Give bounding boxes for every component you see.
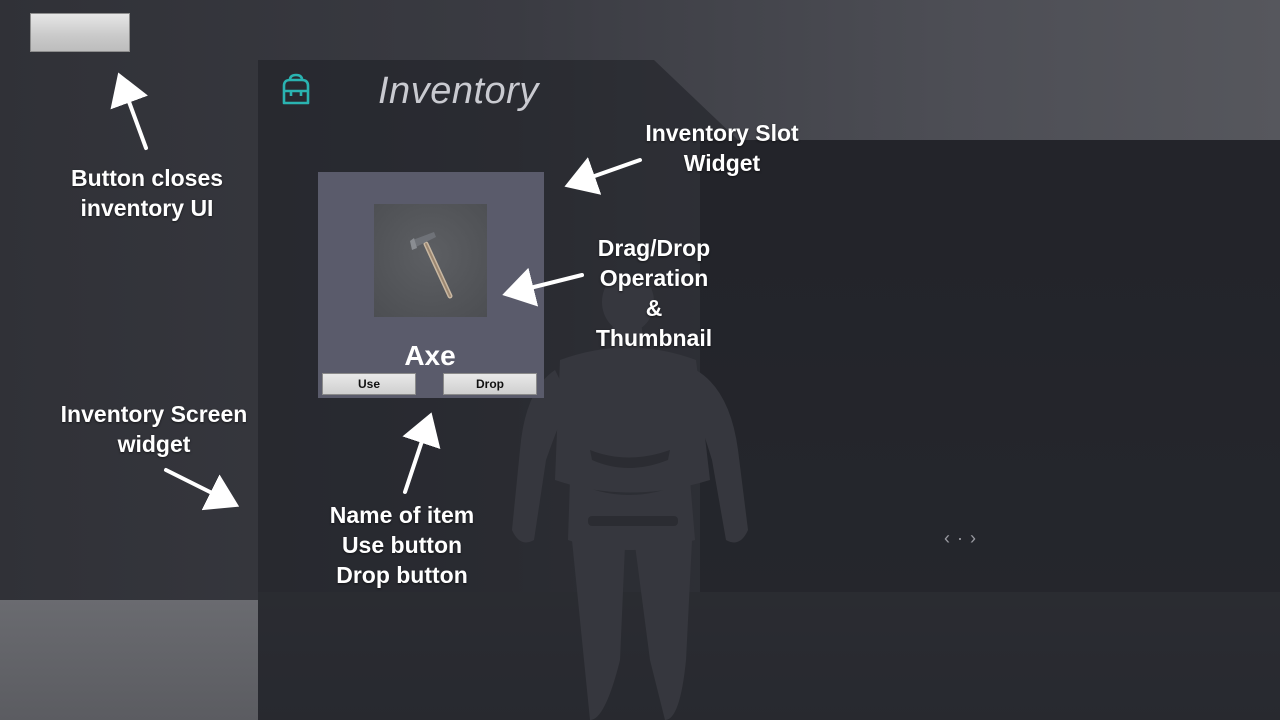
item-thumbnail[interactable] <box>374 204 487 317</box>
annotation-line: Drop button <box>336 562 468 588</box>
annotation-line: Operation <box>599 265 709 291</box>
annotation-slot-widget: Inventory Slot Widget <box>620 118 824 178</box>
annotation-line: Name of item <box>329 502 475 528</box>
annotation-line: inventory UI <box>80 195 214 221</box>
drop-button[interactable]: Drop <box>443 373 537 395</box>
annotation-line: Inventory Screen <box>60 401 248 427</box>
item-name: Axe <box>404 340 456 371</box>
inventory-title: Inventory <box>378 70 539 112</box>
annotation-slot-contents: Name of item Use button Drop button <box>310 500 494 590</box>
use-button[interactable]: Use <box>322 373 416 395</box>
annotation-line: Inventory Slot <box>645 120 799 146</box>
viewport-nav-hint: ‹ · › <box>944 528 977 548</box>
annotation-screen-widget: Inventory Screen widget <box>44 399 264 459</box>
axe-icon <box>410 232 453 299</box>
inventory-slot[interactable]: Axe Use Drop <box>318 172 544 398</box>
annotation-drag-drop: Drag/Drop Operation & Thumbnail <box>574 233 734 353</box>
annotation-line: Use button <box>341 532 463 558</box>
annotation-line: widget <box>117 431 191 457</box>
background-floor <box>0 600 260 720</box>
annotation-line: Button closes <box>70 165 224 191</box>
annotation-line: Thumbnail <box>595 325 713 351</box>
inventory-header: Inventory <box>258 60 698 122</box>
backpack-icon <box>282 73 310 105</box>
annotation-line: Widget <box>683 150 761 176</box>
annotation-line: Drag/Drop <box>597 235 711 261</box>
annotation-line: & <box>645 295 663 321</box>
close-inventory-button[interactable] <box>30 13 130 52</box>
annotation-close-button: Button closes inventory UI <box>48 163 246 223</box>
